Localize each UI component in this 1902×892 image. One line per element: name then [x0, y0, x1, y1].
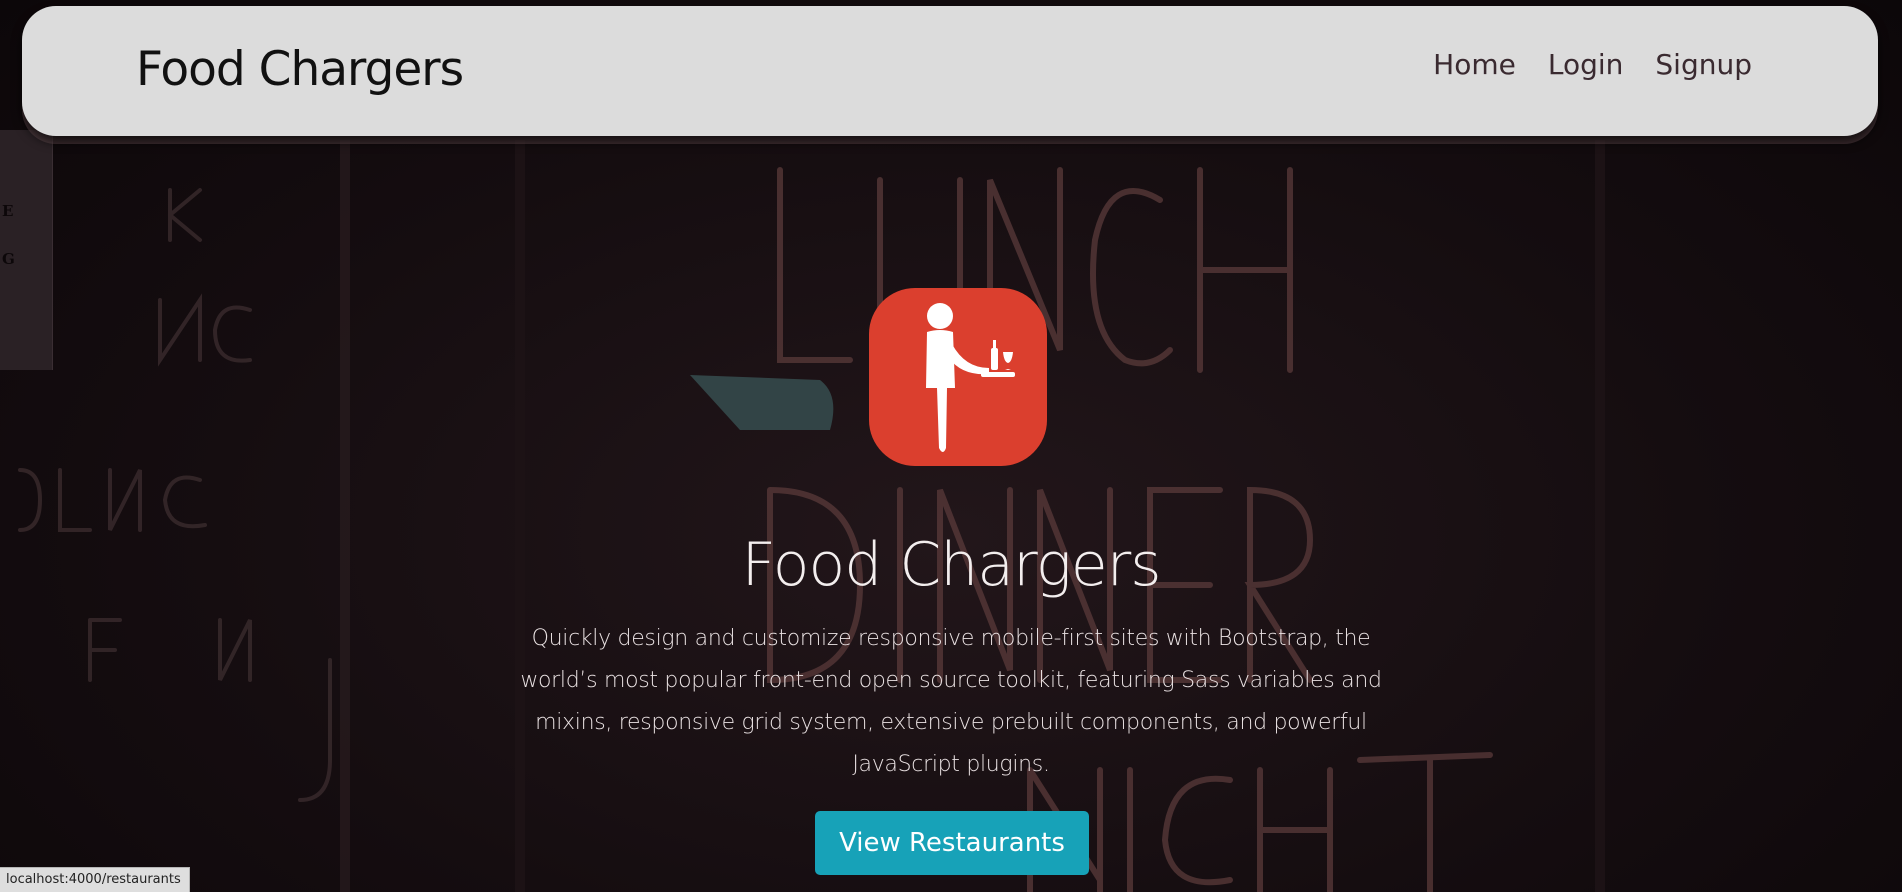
hero-title: Food Chargers	[741, 530, 1161, 600]
left-panel-letter: E	[2, 202, 14, 220]
status-bar-url: localhost:4000/restaurants	[0, 867, 190, 892]
nav-link-login[interactable]: Login	[1548, 48, 1624, 81]
navbar-brand[interactable]: Food Chargers	[136, 42, 464, 97]
left-side-panel: E G	[0, 130, 53, 370]
view-restaurants-button[interactable]: View Restaurants	[815, 811, 1089, 875]
waiter-with-tray-icon	[926, 303, 1015, 452]
nav-links: Home Login Signup	[1433, 48, 1752, 81]
app-logo	[869, 288, 1047, 466]
left-panel-letter: G	[2, 250, 15, 268]
navbar: Food Chargers Home Login Signup	[22, 6, 1878, 136]
nav-link-home[interactable]: Home	[1433, 48, 1516, 81]
nav-link-signup[interactable]: Signup	[1655, 48, 1752, 81]
hero-description: Quickly design and customize responsive …	[520, 626, 1382, 777]
page: E G Food Chargers Home Login Signup Food…	[0, 0, 1902, 892]
